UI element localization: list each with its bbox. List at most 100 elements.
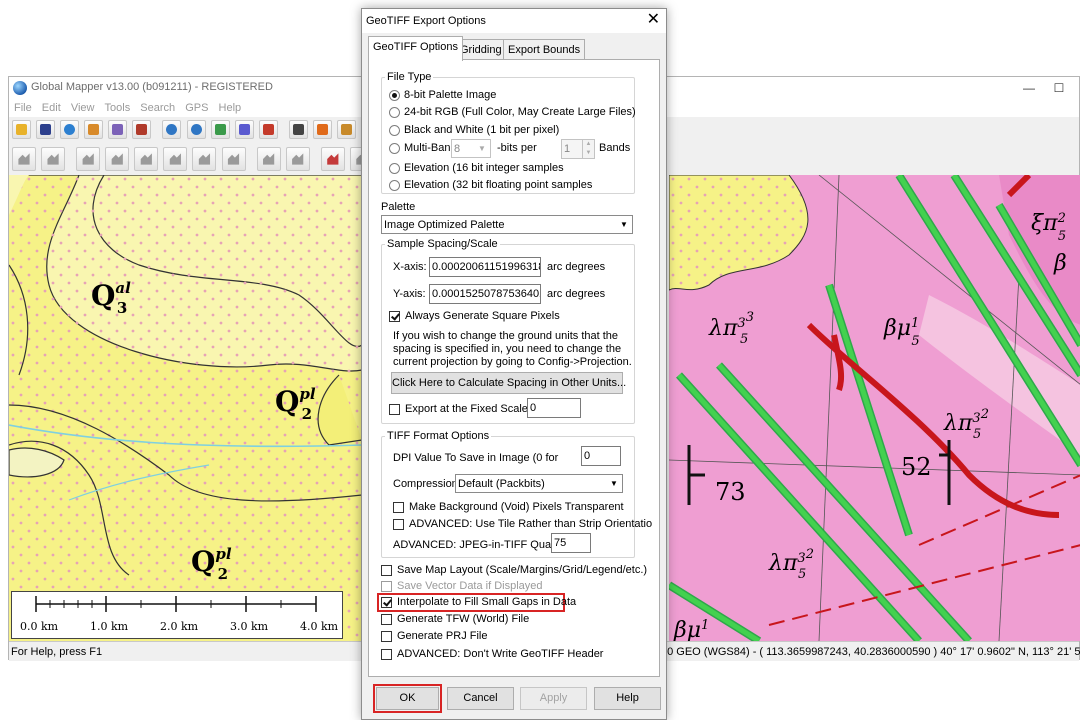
overlay-icon[interactable]: [108, 120, 128, 139]
status-coordinates: 30 GEO (WGS84) - ( 113.3659987243, 40.28…: [661, 646, 1080, 658]
zoom-in-icon[interactable]: [162, 120, 182, 139]
map-view-right[interactable]: 73 52 λπ33 5 βμ1 5 λπ32 5 λπ32 5 ξπ2 5 β βμ1: [669, 175, 1080, 641]
full-view-icon[interactable]: [234, 120, 254, 139]
square-pixels-label: Always Generate Square Pixels: [405, 310, 560, 322]
no-header-checkbox[interactable]: [381, 649, 392, 660]
zoom-out-icon[interactable]: [186, 120, 206, 139]
dialog-titlebar: GeoTIFF Export Options ✕: [362, 9, 666, 33]
y-axis-label: Y-axis:: [393, 288, 426, 300]
tools-icon[interactable]: [132, 120, 152, 139]
y-axis-input[interactable]: 0.000152507875364014: [429, 284, 541, 304]
layer-control-icon[interactable]: [84, 120, 104, 139]
interpolate-checkbox[interactable]: [381, 597, 392, 608]
radio-black-white[interactable]: [389, 125, 400, 136]
chevron-down-icon: ▼: [620, 220, 628, 229]
save-icon[interactable]: [36, 120, 56, 139]
menu-view[interactable]: View: [71, 99, 95, 117]
sample-spacing-legend: Sample Spacing/Scale: [387, 238, 498, 250]
ok-button[interactable]: OK: [376, 687, 439, 710]
menu-file[interactable]: File: [14, 99, 32, 117]
home-icon[interactable]: [258, 120, 278, 139]
map-number-52: 52: [901, 453, 932, 481]
radio-8bit-palette[interactable]: [389, 90, 400, 101]
open-folder-icon[interactable]: [12, 120, 31, 139]
add-vertex-icon[interactable]: [285, 147, 310, 171]
label-bands: Bands: [599, 142, 631, 154]
tfw-label: Generate TFW (World) File: [397, 613, 530, 625]
split-area-icon[interactable]: [163, 147, 188, 171]
radio-24bit-rgb[interactable]: [389, 107, 400, 118]
cancel-button[interactable]: Cancel: [447, 687, 514, 710]
vertex-icon[interactable]: [256, 147, 281, 171]
rotate-icon[interactable]: [312, 120, 332, 139]
help-button[interactable]: Help: [594, 687, 661, 710]
x-axis-input[interactable]: 0.000200611519963183: [429, 257, 541, 277]
palette-select[interactable]: Image Optimized Palette ▼: [381, 215, 633, 234]
draw-line-icon[interactable]: [320, 147, 345, 171]
label-elevation-32: Elevation (32 bit floating point samples: [404, 179, 593, 191]
fixed-scale-input[interactable]: 0: [527, 398, 581, 418]
app-title: Global Mapper v13.00 (b091211) - REGISTE…: [31, 81, 273, 93]
move-area-icon[interactable]: [105, 147, 130, 171]
save-vector-label: Save Vector Data if Displayed: [397, 580, 543, 592]
status-help-text: For Help, press F1: [11, 646, 103, 658]
grid-area-icon[interactable]: [221, 147, 246, 171]
chevron-down-icon: ▼: [478, 144, 486, 153]
select-arrow-icon[interactable]: [288, 120, 308, 139]
jpeg-quality-input[interactable]: 75: [551, 533, 591, 553]
label-black-white: Black and White (1 bit per pixel): [404, 124, 560, 136]
apply-button[interactable]: Apply: [520, 687, 587, 710]
calculate-spacing-button[interactable]: Click Here to Calculate Spacing in Other…: [391, 372, 626, 394]
tab-export-bounds[interactable]: Export Bounds: [503, 39, 586, 59]
x-axis-label: X-axis:: [393, 261, 427, 273]
menu-tools[interactable]: Tools: [105, 99, 131, 117]
close-icon[interactable]: ✕: [647, 11, 660, 29]
maximize-icon[interactable]: ☐: [1045, 79, 1073, 97]
edit-area-icon[interactable]: [76, 147, 101, 171]
multiband-bits-select[interactable]: 8 ▼: [451, 139, 491, 158]
transparent-bg-label: Make Background (Void) Pixels Transparen…: [409, 501, 624, 513]
bands-stepper[interactable]: ▲ ▼: [582, 139, 595, 159]
fixed-scale-checkbox[interactable]: [389, 404, 400, 415]
geologic-map-right: 73 52 λπ33 5 βμ1 5 λπ32 5 λπ32 5 ξπ2 5 β βμ1: [669, 175, 1080, 641]
dpi-input[interactable]: 0: [581, 446, 621, 466]
label-elevation-16: Elevation (16 bit integer samples: [404, 162, 564, 174]
scale-label-2: 2.0 km: [160, 620, 199, 633]
menu-edit[interactable]: Edit: [42, 99, 61, 117]
geotiff-export-dialog: GeoTIFF Export Options ✕ GeoTIFF Options…: [361, 8, 667, 720]
save-layout-label: Save Map Layout (Scale/Margins/Grid/Lege…: [397, 564, 648, 576]
compression-select[interactable]: Default (Packbits) ▼: [455, 474, 623, 493]
scale-bar-graphic: 0.0 km 1.0 km 2.0 km 3.0 km 4.0 km: [20, 596, 339, 633]
save-layout-checkbox[interactable]: [381, 565, 392, 576]
label-multi-band: Multi-Band: [404, 142, 457, 154]
chevron-down-icon: ▼: [610, 479, 618, 488]
map-view-left[interactable]: Qal 3 Qpl 2 Qpl 2 0.0 km 1.0 km 2.0 km 3…: [9, 175, 362, 641]
radio-multi-band[interactable]: [389, 143, 400, 154]
minimize-icon[interactable]: —: [1015, 79, 1043, 97]
tile-orientation-checkbox[interactable]: [393, 519, 404, 530]
bands-input[interactable]: 1: [561, 139, 583, 159]
measure-icon[interactable]: [336, 120, 356, 139]
scale-label-3: 3.0 km: [230, 620, 269, 633]
radio-elevation-16[interactable]: [389, 163, 400, 174]
globe-icon[interactable]: [60, 120, 80, 139]
zoom-extents-icon[interactable]: [210, 120, 230, 139]
radio-elevation-32[interactable]: [389, 180, 400, 191]
menu-search[interactable]: Search: [140, 99, 175, 117]
menu-help[interactable]: Help: [219, 99, 242, 117]
rotate-area-icon[interactable]: [134, 147, 159, 171]
jpeg-quality-label: ADVANCED: JPEG-in-TIFF Quality: [393, 539, 565, 551]
cut-area-icon[interactable]: [192, 147, 217, 171]
prj-checkbox[interactable]: [381, 631, 392, 642]
scale-bar: 0.0 km 1.0 km 2.0 km 3.0 km 4.0 km: [11, 591, 343, 639]
create-area-icon[interactable]: [12, 147, 36, 171]
tab-geotiff-options[interactable]: GeoTIFF Options: [368, 36, 463, 61]
square-pixels-checkbox[interactable]: [389, 311, 400, 322]
tfw-checkbox[interactable]: [381, 614, 392, 625]
menu-gps[interactable]: GPS: [185, 99, 208, 117]
no-header-label: ADVANCED: Don't Write GeoTIFF Header: [397, 648, 604, 660]
create-line-icon[interactable]: [41, 147, 66, 171]
save-vector-checkbox[interactable]: [381, 581, 392, 592]
label-24bit-rgb: 24-bit RGB (Full Color, May Create Large…: [404, 106, 636, 118]
transparent-bg-checkbox[interactable]: [393, 502, 404, 513]
